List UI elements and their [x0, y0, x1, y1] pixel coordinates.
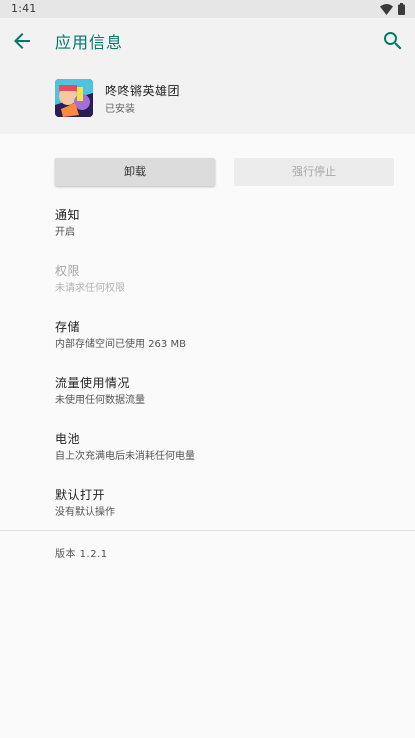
settings-item-subtitle: 内部存储空间已使用 263 MB	[55, 339, 186, 350]
app-name: 咚咚锵英雄团	[105, 84, 181, 98]
settings-item-title: 流量使用情况	[55, 376, 131, 390]
settings-item-subtitle: 自上次充满电后未消耗任何电量	[55, 451, 195, 462]
app-install-status: 已安装	[105, 104, 135, 115]
settings-item-subtitle: 开启	[55, 227, 75, 238]
app-icon	[55, 79, 93, 117]
settings-item-subtitle: 未使用任何数据流量	[55, 395, 145, 406]
force-stop-button[interactable]: 强行停止	[234, 158, 394, 186]
settings-item-subtitle: 未请求任何权限	[55, 283, 125, 294]
status-time: 1:41	[11, 2, 37, 15]
wifi-icon	[380, 3, 393, 15]
app-version: 版本 1.2.1	[55, 549, 108, 560]
settings-item-open-by-default[interactable]: 默认打开 没有默认操作	[55, 486, 395, 526]
app-header: 咚咚锵英雄团 已安装	[0, 64, 415, 134]
settings-item-battery[interactable]: 电池 自上次充满电后未消耗任何电量	[55, 430, 395, 470]
search-button[interactable]	[381, 29, 405, 53]
settings-item-title: 通知	[55, 208, 81, 222]
search-icon	[381, 32, 405, 57]
status-bar: 1:41	[0, 0, 415, 18]
divider	[0, 530, 415, 531]
app-bar: 应用信息	[0, 18, 415, 64]
page-title: 应用信息	[55, 33, 124, 52]
settings-item-title: 电池	[55, 432, 81, 446]
settings-item-storage[interactable]: 存储 内部存储空间已使用 263 MB	[55, 318, 395, 358]
settings-item-title: 默认打开	[55, 488, 106, 502]
uninstall-button[interactable]: 卸载	[55, 158, 215, 186]
settings-item-subtitle: 没有默认操作	[55, 507, 115, 518]
settings-item-title: 权限	[55, 264, 81, 278]
settings-item-data-usage[interactable]: 流量使用情况 未使用任何数据流量	[55, 374, 395, 414]
back-button[interactable]	[10, 29, 34, 53]
settings-item-title: 存储	[55, 320, 81, 334]
arrow-back-icon	[10, 33, 34, 57]
settings-item-permissions[interactable]: 权限 未请求任何权限	[55, 262, 395, 302]
app-info-screen: 1:41 应用信息 咚咚锵英雄团 已安装 卸载 强行停止 通知 开启 权限 未请…	[0, 0, 415, 738]
settings-item-notifications[interactable]: 通知 开启	[55, 206, 395, 246]
battery-icon	[398, 3, 405, 15]
status-icons	[380, 3, 405, 15]
